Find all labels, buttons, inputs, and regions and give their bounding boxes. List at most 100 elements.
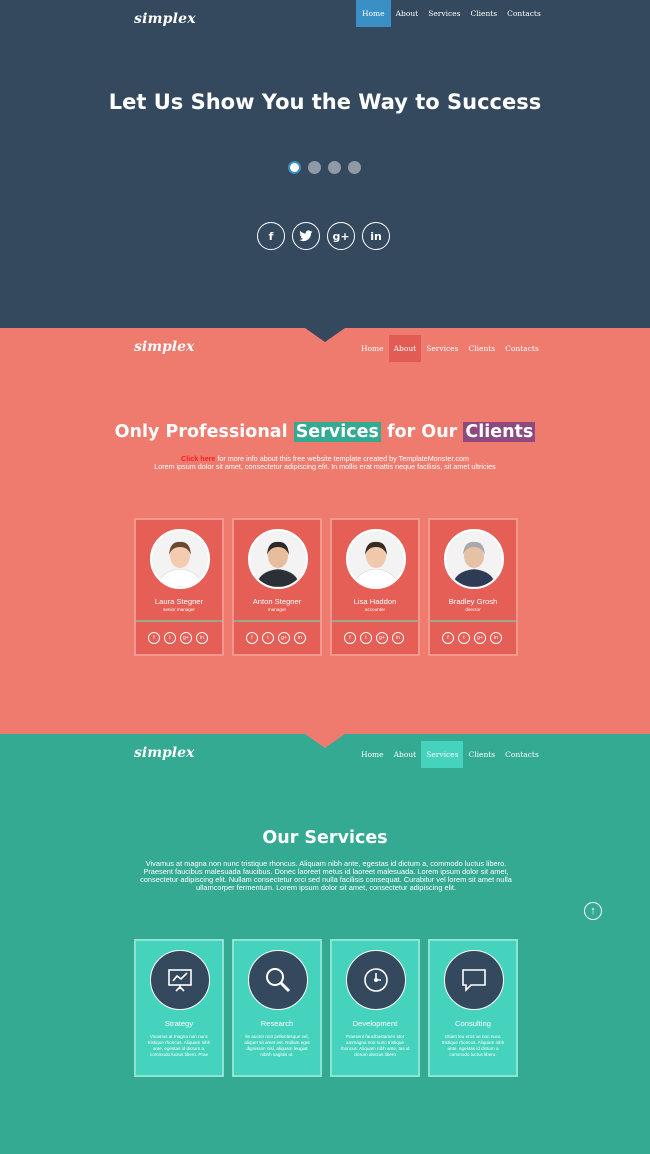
nav-contacts[interactable]: Contacts <box>502 0 546 27</box>
hero-socials: f g+ in <box>257 222 390 250</box>
member-socials: f t g+ in <box>344 632 404 644</box>
service-card: Development Praesent faucibustamen stor … <box>330 939 420 1077</box>
service-card: Research Ile auctor non pellentesque vel… <box>232 939 322 1077</box>
linkedin-icon[interactable]: in <box>490 632 502 644</box>
slider-dot[interactable] <box>328 161 341 174</box>
linkedin-icon[interactable]: in <box>196 632 208 644</box>
member-role: accounter <box>364 607 386 612</box>
member-role: manager <box>267 607 287 612</box>
facebook-icon[interactable]: f <box>257 222 285 250</box>
service-desc: Praesent faucibustamen stor ammagna non … <box>340 1034 410 1057</box>
highlight-clients: Clients <box>463 422 536 442</box>
nav-home[interactable]: Home <box>356 741 389 768</box>
service-desc: Vivamus at magna non nunc tristique rhon… <box>147 1034 211 1057</box>
nav-clients[interactable]: Clients <box>463 741 500 768</box>
member-name: Laura Stegner <box>154 597 204 606</box>
facebook-icon[interactable]: f <box>148 632 160 644</box>
avatar <box>248 529 308 589</box>
services-intro: Vivamus at magna non nunc tristique rhon… <box>140 859 512 892</box>
nav-contacts[interactable]: Contacts <box>500 335 544 362</box>
divider <box>234 620 320 622</box>
divider <box>430 620 516 622</box>
twitter-icon[interactable] <box>292 222 320 250</box>
nav-services[interactable]: Services <box>423 0 465 27</box>
nav-home[interactable]: Home <box>356 335 389 362</box>
main-nav: Home About Services Clients Contacts <box>356 0 546 27</box>
google-plus-icon[interactable]: g+ <box>327 222 355 250</box>
clock-icon <box>346 950 406 1010</box>
facebook-icon[interactable]: f <box>344 632 356 644</box>
member-socials: f t g+ in <box>246 632 306 644</box>
about-nav: Home About Services Clients Contacts <box>356 335 544 362</box>
services-grid: Strategy Vivamus at magna non nunc trist… <box>134 939 518 1077</box>
slider-dot[interactable] <box>288 161 301 174</box>
facebook-icon[interactable]: f <box>246 632 258 644</box>
nav-about[interactable]: About <box>391 0 424 27</box>
linkedin-icon[interactable]: in <box>392 632 404 644</box>
note-line-2: Lorem ipsum dolor sit amet, consectetur … <box>154 462 496 471</box>
team-card: Bradley Grosh director f t g+ in <box>428 518 518 656</box>
team-card: Anton Stegner manager f t g+ in <box>232 518 322 656</box>
about-title: Only Professional Services for Our Clien… <box>0 422 650 442</box>
services-nav: Home About Services Clients Contacts <box>356 741 544 768</box>
member-name: Anton Stegner <box>252 597 302 606</box>
nav-clients[interactable]: Clients <box>465 0 502 27</box>
service-card: Strategy Vivamus at magna non nunc trist… <box>134 939 224 1077</box>
magnifier-icon <box>248 950 308 1010</box>
member-name: Bradley Grosh <box>448 597 498 606</box>
twitter-icon[interactable]: t <box>262 632 274 644</box>
logo[interactable]: simplex <box>134 339 194 355</box>
chart-board-icon <box>150 950 210 1010</box>
nav-about[interactable]: About <box>388 335 422 362</box>
service-name: Development <box>352 1019 398 1028</box>
twitter-icon[interactable]: t <box>458 632 470 644</box>
hero-title: Let Us Show You the Way to Success <box>108 90 542 114</box>
divider <box>136 620 222 622</box>
services-title: Our Services <box>262 828 388 848</box>
member-role: director <box>465 607 481 612</box>
google-plus-icon[interactable]: g+ <box>474 632 486 644</box>
service-name: Consulting <box>455 1019 491 1028</box>
services-section: simplex Home About Services Clients Cont… <box>0 734 650 1154</box>
nav-services[interactable]: Services <box>421 741 464 768</box>
member-socials: f t g+ in <box>442 632 502 644</box>
highlight-services: Services <box>293 422 381 442</box>
avatar <box>444 529 504 589</box>
nav-contacts[interactable]: Contacts <box>500 741 544 768</box>
nav-clients[interactable]: Clients <box>463 335 500 362</box>
avatar <box>150 529 210 589</box>
slider-dot[interactable] <box>348 161 361 174</box>
logo[interactable]: simplex <box>134 11 196 27</box>
google-plus-icon[interactable]: g+ <box>278 632 290 644</box>
team-card: Lisa Haddon accounter f t g+ in <box>330 518 420 656</box>
twitter-icon[interactable]: t <box>164 632 176 644</box>
member-role: senior manager <box>163 607 195 612</box>
title-text: for Our <box>380 422 464 442</box>
google-plus-icon[interactable]: g+ <box>376 632 388 644</box>
facebook-icon[interactable]: f <box>442 632 454 644</box>
service-desc: Ile auctor non pellentesque vel, aliquet… <box>244 1034 310 1057</box>
nav-about[interactable]: About <box>389 741 422 768</box>
avatar <box>346 529 406 589</box>
service-name: Strategy <box>164 1019 194 1028</box>
linkedin-icon[interactable]: in <box>294 632 306 644</box>
slider-dot[interactable] <box>308 161 321 174</box>
logo[interactable]: simplex <box>134 745 194 761</box>
google-plus-icon[interactable]: g+ <box>180 632 192 644</box>
about-note: Click here for more info about this free… <box>0 455 650 471</box>
scroll-up-icon[interactable]: ↑ <box>584 902 602 920</box>
chat-bubble-icon <box>444 950 504 1010</box>
team-grid: Laura Stegner senior manager f t g+ in A… <box>134 518 518 656</box>
hero-section: simplex Home About Services Clients Cont… <box>0 0 650 328</box>
section-notch <box>305 328 345 342</box>
nav-home[interactable]: Home <box>356 0 391 27</box>
member-socials: f t g+ in <box>148 632 208 644</box>
service-name: Research <box>260 1019 294 1028</box>
twitter-icon[interactable]: t <box>360 632 372 644</box>
service-card: Consulting Etiam leu eros ve non nunc tr… <box>428 939 518 1077</box>
divider <box>332 620 418 622</box>
service-desc: Etiam leu eros ve non nunc tristique rho… <box>441 1034 505 1057</box>
title-text: Only Professional <box>114 422 294 442</box>
linkedin-icon[interactable]: in <box>362 222 390 250</box>
nav-services[interactable]: Services <box>421 335 463 362</box>
